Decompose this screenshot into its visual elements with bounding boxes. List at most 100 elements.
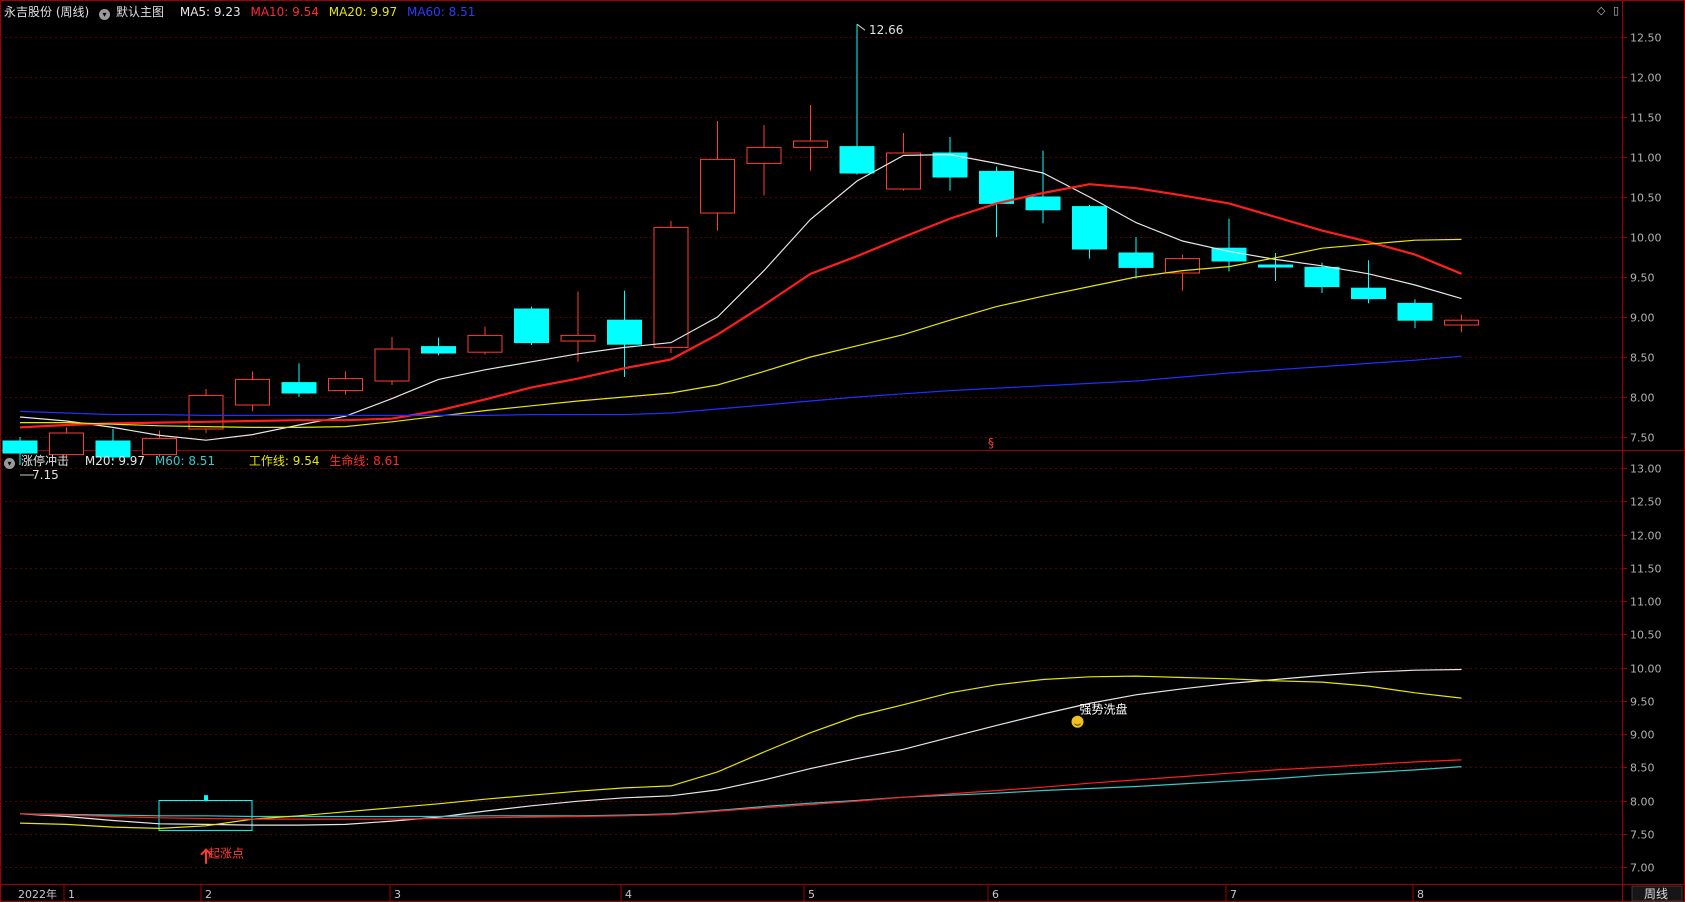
candle-body	[1304, 266, 1340, 288]
candle-body	[142, 438, 177, 456]
section-marker: §	[988, 436, 994, 450]
price-tick-label: 12.00	[1630, 72, 1662, 85]
price-tick-label: 11.00	[1630, 152, 1662, 165]
candle-body	[1211, 247, 1247, 262]
lower-indicator-name: 涨停冲击	[21, 454, 70, 468]
price-tick-label: 7.00	[1630, 862, 1655, 875]
candle-body	[793, 140, 828, 148]
candle-body	[700, 158, 735, 214]
price-tick-label: 8.50	[1630, 352, 1655, 365]
candle-body	[2, 440, 38, 454]
signal-box-tick	[204, 795, 208, 802]
price-tick-label: 8.00	[1630, 392, 1655, 405]
date-label: 4	[625, 888, 632, 901]
candle-body	[839, 146, 875, 174]
price-tick-label: 7.50	[1630, 432, 1655, 445]
lower-panel-header: ▾ 涨停冲击 M20: 9.97 M60: 8.51 工作线: 9.54 生命线:…	[4, 454, 406, 469]
signal-wash-label: 强势洗盘	[1080, 702, 1128, 717]
candle-body	[188, 394, 224, 430]
main-panel-header: 永吉股份 (周线) ▾ 默认主图 MA5: 9.23 MA10: 9.54 MA2…	[4, 5, 481, 20]
scroll-handle-icon[interactable]: ▯	[1613, 4, 1619, 17]
candle-body	[374, 348, 410, 382]
indicator-dropdown[interactable]: ▾ 默认主图	[99, 5, 170, 20]
candle	[281, 363, 317, 397]
price-tick-label: 11.50	[1630, 563, 1662, 576]
candle	[932, 137, 968, 191]
candle	[746, 125, 782, 196]
date-label: 2	[205, 888, 212, 901]
candle	[1118, 237, 1154, 279]
candle-body	[281, 382, 317, 394]
price-tick-label: 13.00	[1630, 463, 1662, 476]
low-marker-label: 7.15	[32, 468, 59, 482]
candle-body	[1118, 252, 1154, 268]
candle-body	[1397, 302, 1433, 321]
lower-life-line	[19, 759, 1462, 820]
candle-body	[979, 170, 1014, 204]
high-marker-label: 12.66	[869, 23, 903, 37]
candle-body	[49, 432, 84, 456]
candle-body	[1444, 319, 1479, 326]
signal-start-label: 起涨点	[208, 846, 244, 861]
ma60-label: MA60: 8.51	[406, 5, 476, 19]
chart-stage: 12.50 12.00 11.50 11.00 10.50 10.00 9.50 9.00 8.…	[0, 0, 1685, 902]
price-tick-label: 9.00	[1630, 729, 1655, 742]
price-tick-label: 11.00	[1630, 596, 1662, 609]
price-tick-label: 8.00	[1630, 796, 1655, 809]
work-line-label: 工作线: 9.54	[248, 454, 320, 468]
candle	[1072, 205, 1107, 259]
candle-body	[653, 226, 689, 348]
price-tick-label: 10.50	[1630, 192, 1662, 205]
candle	[607, 290, 642, 377]
lower-work-line	[19, 675, 1462, 830]
candle	[514, 306, 549, 345]
chevron-down-icon[interactable]: ▾	[4, 458, 15, 469]
date-label: 2022年	[18, 887, 57, 901]
high-marker-arrow	[856, 23, 866, 31]
chevron-down-icon[interactable]: ▾	[99, 9, 111, 20]
date-label: 6	[992, 888, 999, 901]
ma10-label: MA10: 9.54	[250, 5, 319, 19]
candle	[1351, 260, 1386, 304]
price-tick-label: 12.00	[1630, 530, 1662, 543]
candle	[793, 105, 828, 171]
candle	[1304, 262, 1340, 293]
candle	[235, 371, 270, 412]
candle-body	[607, 319, 642, 345]
price-tick-label: 9.50	[1630, 696, 1655, 709]
chart-canvas[interactable]: 12.50 12.00 11.50 11.00 10.50 10.00 9.50 9.00 8.…	[0, 0, 1685, 902]
candle	[374, 337, 410, 385]
lower-indicator-dropdown[interactable]: ▾ 涨停冲击	[4, 454, 75, 469]
candle-body	[560, 334, 596, 342]
candle	[839, 24, 875, 175]
candle	[653, 221, 689, 353]
price-tick-label: 10.50	[1630, 629, 1662, 642]
price-tick-label: 9.00	[1630, 312, 1655, 325]
candle	[1025, 150, 1061, 224]
m20-label: M20: 9.97	[84, 454, 146, 468]
candle-body	[235, 378, 270, 406]
candle-body	[1072, 206, 1107, 250]
date-label: 5	[808, 888, 815, 901]
price-tick-label: 8.50	[1630, 762, 1655, 775]
price-tick-label: 9.50	[1630, 272, 1655, 285]
candle-body	[746, 146, 782, 164]
smiley-icon	[1071, 715, 1084, 728]
candle	[1397, 299, 1433, 329]
period-button-label[interactable]: 周线	[1644, 887, 1668, 901]
candle	[700, 121, 735, 231]
price-tick-label: 11.50	[1630, 112, 1662, 125]
price-tick-label: 10.00	[1630, 232, 1662, 245]
candle	[560, 291, 596, 362]
diamond-icon[interactable]: ◇	[1597, 4, 1605, 17]
candle-body	[421, 346, 456, 354]
date-label: 8	[1417, 888, 1424, 901]
candle-body	[1258, 264, 1293, 268]
candle	[328, 371, 363, 395]
candle-body	[467, 334, 503, 353]
candle	[1444, 314, 1479, 333]
stock-title[interactable]: 永吉股份 (周线)	[4, 5, 89, 19]
ma20-label: MA20: 9.97	[328, 5, 398, 19]
candle	[421, 337, 456, 356]
price-tick-label: 7.50	[1630, 829, 1655, 842]
